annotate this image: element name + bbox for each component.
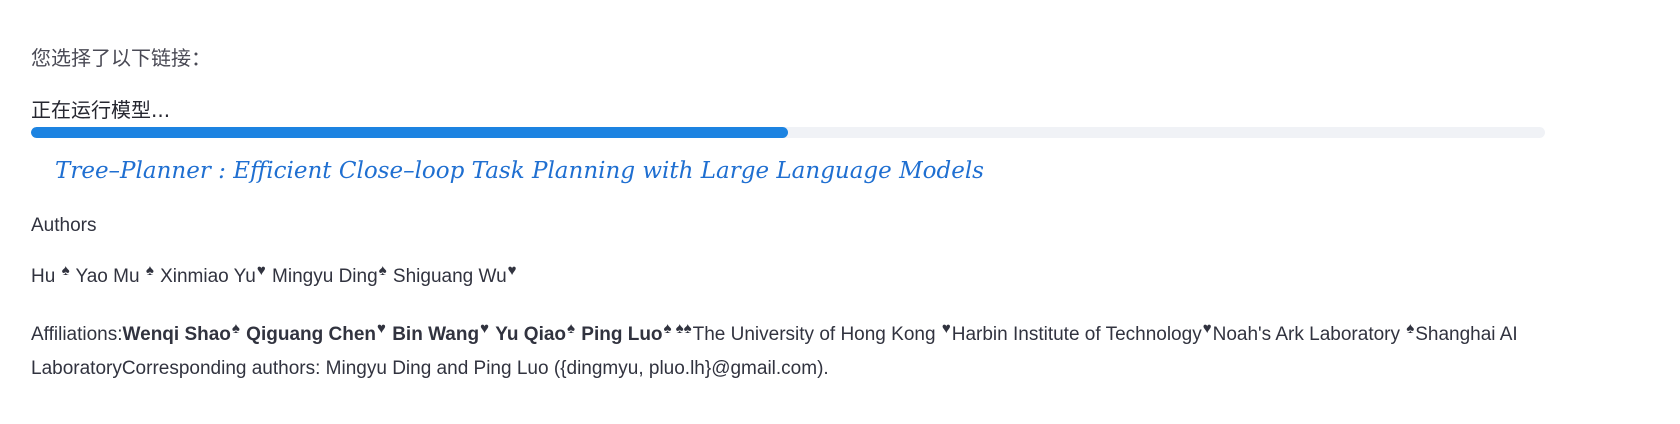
spade-mark: ♠ (378, 262, 387, 279)
affiliation-author: Qiguang Chen (246, 324, 376, 345)
affiliations-label: Affiliations: (31, 324, 123, 345)
heart-mark: ♥ (1202, 320, 1212, 337)
status-text: 正在运行模型... (31, 98, 171, 122)
selection-prompt: 您选择了以下链接： (31, 46, 211, 70)
spade-mark: ♠ (145, 262, 154, 279)
author-name: Mingyu Ding (266, 266, 378, 287)
author-name: Xinmiao Yu (154, 266, 256, 287)
progress-fill (31, 127, 788, 138)
author-name: Shiguang Wu (387, 266, 507, 287)
spade-mark: ♠ (231, 320, 240, 337)
page: 您选择了以下链接： 正在运行模型... Tree–Planner : Effic… (0, 0, 1680, 424)
author-name: Hu (31, 266, 61, 287)
affiliation-author: Wenqi Shao (122, 324, 231, 345)
progress-bar (31, 127, 1545, 138)
authors-heading: Authors (31, 215, 97, 236)
institution: The University of Hong Kong (692, 324, 941, 345)
authors-line: Hu ♠ Yao Mu ♠ Xinmiao Yu♥ Mingyu Ding♠ S… (31, 262, 518, 288)
heart-mark: ♥ (377, 320, 386, 337)
heart-mark: ♥ (507, 262, 517, 279)
spade-mark: ♠ ♠♠ (663, 320, 692, 337)
heart-mark: ♥ (256, 262, 266, 279)
affiliation-author: Yu Qiao (495, 324, 567, 345)
heart-mark: ♥ (941, 320, 951, 337)
affiliation-author: Bin Wang (392, 324, 480, 345)
spade-mark: ♠ (567, 320, 575, 337)
paper-title: Tree–Planner : Efficient Close–loop Task… (55, 158, 984, 184)
institution: Noah's Ark Laboratory (1212, 324, 1406, 345)
heart-mark: ♥ (480, 320, 489, 337)
author-name: Yao Mu (70, 266, 145, 287)
affiliations-block: Affiliations:Wenqi Shao♠ Qiguang Chen♥ B… (31, 318, 1531, 385)
spade-mark: ♠ (1406, 320, 1415, 337)
spade-mark: ♠ (61, 262, 70, 279)
institution: Harbin Institute of Technology (951, 324, 1202, 345)
affiliation-author: Ping Luo (581, 324, 663, 345)
